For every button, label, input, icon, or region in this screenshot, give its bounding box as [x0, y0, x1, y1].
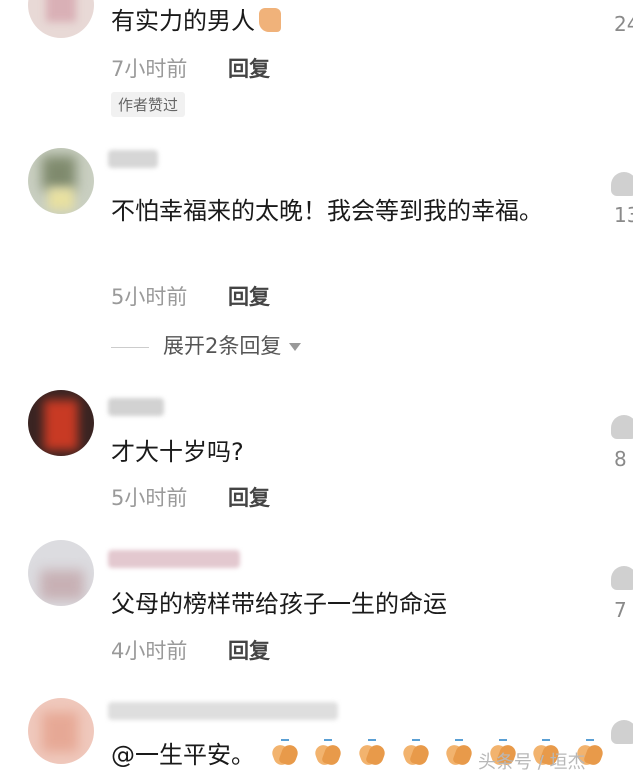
divider	[111, 346, 149, 348]
clapping-hands-icon	[356, 739, 387, 768]
thumbs-up-icon	[259, 8, 281, 32]
comment-time: 5小时前	[111, 486, 188, 510]
like-button[interactable]	[611, 172, 633, 196]
heart-icon	[611, 720, 633, 744]
comment-time: 7小时前	[111, 57, 188, 81]
clapping-hands-icon	[444, 739, 475, 768]
heart-icon	[611, 566, 633, 590]
avatar[interactable]	[28, 390, 94, 456]
comment-time: 4小时前	[111, 639, 188, 663]
comment-text: 不怕幸福来的太晚！我会等到我的幸福。	[111, 197, 543, 225]
watermark: 头条号 / 垣杰	[478, 752, 586, 773]
username[interactable]	[108, 550, 240, 568]
reply-button[interactable]: 回复	[228, 635, 270, 665]
avatar[interactable]	[28, 0, 94, 38]
clapping-hands-icon	[313, 739, 344, 768]
chevron-down-icon	[289, 343, 302, 351]
comment-text: 有实力的男人	[111, 2, 571, 40]
author-liked-badge: 作者赞过	[111, 92, 186, 117]
reply-button[interactable]: 回复	[228, 482, 270, 512]
username[interactable]	[108, 702, 338, 720]
avatar[interactable]	[28, 540, 94, 606]
like-button[interactable]	[611, 720, 633, 744]
avatar[interactable]	[28, 698, 94, 764]
clapping-hands-icon	[400, 739, 431, 768]
comment-text: 父母的榜样带给孩子一生的命运	[111, 590, 447, 618]
clapping-hands-icon	[269, 739, 300, 768]
like-count: 8	[614, 447, 627, 471]
reply-button[interactable]: 回复	[228, 53, 270, 83]
comment-text: 才大十岁吗?	[111, 438, 244, 466]
like-button[interactable]	[611, 566, 633, 590]
comment-time: 5小时前	[111, 285, 188, 309]
username[interactable]	[108, 150, 158, 168]
like-count: 24	[614, 12, 633, 36]
like-button[interactable]	[611, 415, 633, 439]
username[interactable]	[108, 398, 164, 416]
heart-icon	[611, 415, 633, 439]
expand-replies-button[interactable]: 展开2条回复	[111, 330, 302, 360]
avatar[interactable]	[28, 148, 94, 214]
like-count: 13	[614, 203, 633, 227]
heart-icon	[611, 172, 633, 196]
reply-button[interactable]: 回复	[228, 281, 270, 311]
like-count: 7	[614, 598, 627, 622]
